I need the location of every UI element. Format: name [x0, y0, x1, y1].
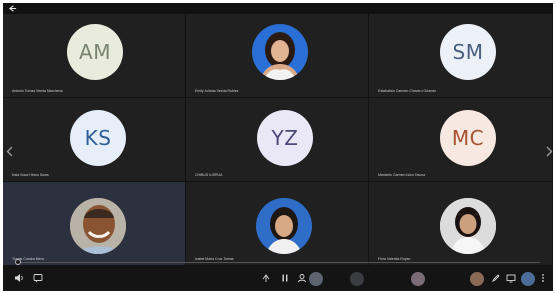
participant-name: Isabel Maria Cruz Tomas: [195, 257, 234, 261]
pen-icon[interactable]: [491, 273, 501, 286]
participant-tile: Emily Juliana Veeda Robles: [186, 14, 369, 98]
raise-hand-icon[interactable]: [261, 273, 271, 286]
avatar: MC: [440, 110, 496, 166]
screen-share-icon[interactable]: [506, 273, 516, 286]
captions-icon[interactable]: [33, 273, 43, 286]
participant-name: Antonio Tomas Veeda Marchena: [12, 89, 63, 93]
more-icon[interactable]: [539, 273, 547, 286]
people-icon[interactable]: [297, 273, 307, 286]
avatar: [252, 24, 308, 80]
participant-tile: AM Antonio Tomas Veeda Marchena: [3, 14, 186, 98]
avatar-initials: MC: [451, 126, 485, 150]
participant-tile: Flora Valentia Ruyan: [369, 182, 553, 266]
participant-name: CHIBUS IUSRUA: [195, 173, 223, 177]
participant-tile: YZ CHIBUS IUSRUA: [186, 98, 369, 182]
participant-thumbnail[interactable]: [470, 272, 484, 286]
participant-tile: Isabel Maria Cruz Tomas: [186, 182, 369, 266]
avatar: KS: [70, 110, 126, 166]
avatar: [256, 198, 312, 254]
meeting-recording-frame: AM Antonio Tomas Veeda Marchena Emily Ju…: [3, 3, 553, 291]
avatar-initials: KS: [84, 126, 112, 150]
participant-thumbnail[interactable]: [521, 272, 535, 286]
speaker-icon[interactable]: [14, 273, 25, 286]
participant-name: Flora Valentia Ruyan: [378, 257, 411, 261]
participant-tile: MC Maricielo Carmen Islon Osuna: [369, 98, 553, 182]
participant-grid: AM Antonio Tomas Veeda Marchena Emily Ju…: [3, 14, 553, 266]
avatar-initials: SM: [452, 40, 484, 64]
participant-name: Maricielo Carmen Islon Osuna: [378, 173, 426, 177]
avatar: YZ: [257, 110, 313, 166]
participant-name: Kata Nuca Hiraru Sowa: [12, 173, 49, 177]
avatar-initials: YZ: [271, 126, 299, 150]
progress-bar[interactable]: [15, 259, 540, 265]
control-bar: [3, 266, 553, 291]
participant-tile-active-speaker: Tomas Cuadra Mera: [3, 182, 186, 266]
avatar-initials: AM: [79, 40, 111, 64]
pause-icon[interactable]: [281, 273, 289, 286]
participant-thumbnail[interactable]: [309, 272, 323, 286]
top-bar: [3, 3, 553, 14]
avatar: [440, 198, 496, 254]
avatar: SM: [440, 24, 496, 80]
chevron-left-icon[interactable]: [6, 146, 13, 159]
participant-name: Estabalizio Carmen Chavero Orlando: [378, 89, 436, 93]
participant-tile: KS Kata Nuca Hiraru Sowa: [3, 98, 186, 182]
participant-thumbnail[interactable]: [411, 272, 425, 286]
avatar: AM: [67, 24, 123, 80]
chevron-right-icon[interactable]: [546, 146, 553, 159]
participant-thumbnail[interactable]: [350, 272, 364, 286]
participant-name: Emily Juliana Veeda Robles: [195, 89, 239, 93]
arrow-left-icon[interactable]: [8, 4, 18, 13]
participant-tile: SM Estabalizio Carmen Chavero Orlando: [369, 14, 553, 98]
avatar: [70, 198, 126, 254]
